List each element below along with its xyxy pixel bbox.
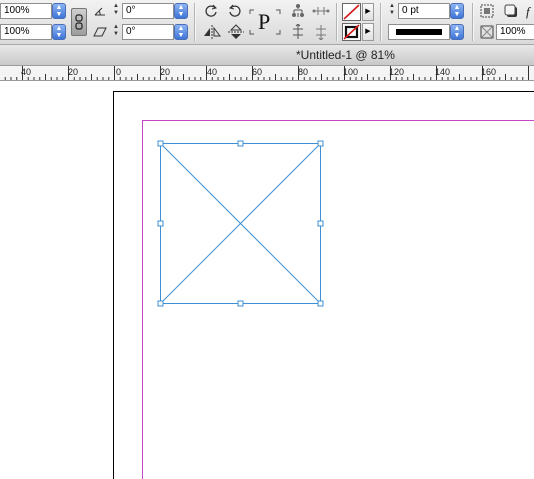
shear-stepper[interactable]: ▲ ▼	[111, 24, 121, 40]
ruler-label: 120	[389, 67, 405, 77]
shear-field[interactable]: 0°	[122, 24, 174, 40]
separator	[472, 3, 473, 41]
opacity-field[interactable]: 100%	[496, 24, 534, 40]
stroke-type-icon	[396, 29, 442, 35]
stroke-type-field[interactable]	[388, 24, 450, 40]
stroke-swatch-menu[interactable]: ▶	[362, 23, 374, 41]
ruler-label: 20	[160, 67, 171, 77]
ruler-ticks	[4, 66, 529, 80]
flip-horizontal-icon[interactable]	[203, 24, 221, 40]
select-previous-icon[interactable]	[290, 24, 306, 40]
document-title-bar: *Untitled-1 @ 81%	[0, 45, 534, 66]
handle-top-center[interactable]	[237, 140, 244, 147]
rotate-90-ccw-icon[interactable]	[227, 3, 243, 19]
document-title: *Untitled-1 @ 81%	[296, 48, 395, 62]
stroke-weight-stepper[interactable]: ▲ ▼	[387, 3, 397, 19]
reference-p-glyph: P	[258, 9, 271, 34]
scale-y-dropdown[interactable]: ▲ ▼	[52, 24, 66, 40]
stroke-swatch-icon[interactable]	[342, 23, 361, 41]
rotation-stepper[interactable]: ▲ ▼	[111, 3, 121, 19]
ruler-label: 20	[68, 67, 79, 77]
rotation-field[interactable]: 0°	[122, 3, 174, 19]
stroke-type-dropdown[interactable]: ▲ ▼	[450, 24, 464, 40]
handle-middle-left[interactable]	[157, 220, 164, 227]
control-panel: 100% ▲ ▼ 100% ▲ ▼ ▲ ▼ 0° ▲ ▼ ▲ ▼ 0° ▲ ▼ P ▶ ▶ …	[0, 0, 534, 45]
rotation-dropdown[interactable]: ▲ ▼	[174, 3, 188, 19]
rotate-angle-icon	[94, 7, 105, 16]
ruler-label: 160	[481, 67, 497, 77]
select-content-icon[interactable]	[312, 3, 330, 19]
shear-angle-icon	[93, 27, 107, 37]
select-container-icon[interactable]	[290, 3, 306, 19]
fill-swatch-icon[interactable]	[342, 3, 361, 21]
handle-bottom-center[interactable]	[237, 300, 244, 307]
text-wrap-icon[interactable]	[479, 3, 495, 19]
scale-x-dropdown[interactable]: ▲ ▼	[52, 3, 66, 19]
stroke-weight-dropdown[interactable]: ▲ ▼	[450, 3, 464, 19]
separator	[194, 3, 195, 41]
ruler-label: 100	[343, 67, 359, 77]
scale-x-field[interactable]: 100%	[0, 3, 52, 19]
document-canvas[interactable]	[0, 81, 534, 479]
ruler-label: 80	[298, 67, 309, 77]
ruler-label: 0	[116, 67, 122, 77]
rotate-90-cw-icon[interactable]	[203, 3, 219, 19]
constrain-proportions-icon[interactable]	[71, 8, 87, 36]
effects-icon[interactable]: f	[525, 3, 534, 19]
selected-graphic-frame[interactable]	[157, 140, 324, 307]
separator	[380, 3, 381, 41]
stroke-weight-field[interactable]: 0 pt	[398, 3, 450, 19]
flip-vertical-icon[interactable]	[227, 24, 245, 40]
handle-middle-right[interactable]	[317, 220, 324, 227]
reference-p-icon[interactable]: P	[248, 8, 282, 36]
shear-dropdown[interactable]: ▲ ▼	[174, 24, 188, 40]
fill-swatch-menu[interactable]: ▶	[362, 3, 374, 21]
svg-text:f: f	[526, 4, 532, 19]
handle-top-left[interactable]	[157, 140, 164, 147]
ruler-label: 60	[252, 67, 263, 77]
handle-top-right[interactable]	[317, 140, 324, 147]
select-next-icon[interactable]	[312, 24, 330, 40]
drop-shadow-icon[interactable]	[503, 3, 519, 19]
ruler-label: 40	[207, 67, 218, 77]
canvas-artwork	[113, 91, 534, 479]
opacity-icon	[480, 25, 494, 39]
handle-bottom-left[interactable]	[157, 300, 164, 307]
scale-y-field[interactable]: 100%	[0, 24, 52, 40]
horizontal-ruler[interactable]: 40 20 0 20 40 60 80 100 120 140 160	[0, 66, 534, 81]
ruler-label: 40	[21, 67, 32, 77]
separator	[336, 3, 337, 41]
handle-bottom-right[interactable]	[317, 300, 324, 307]
ruler-label: 140	[435, 67, 451, 77]
